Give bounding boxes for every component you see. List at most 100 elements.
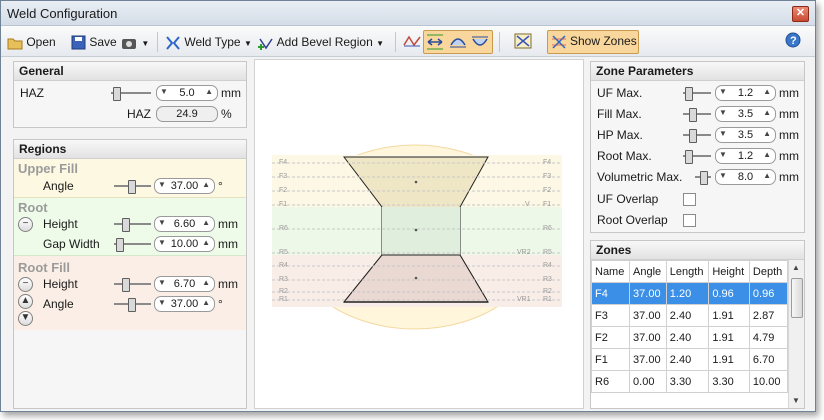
general-panel: General HAZ ▼ 5.0 ▲ mm HAZ 24.9 % bbox=[13, 61, 247, 128]
chevron-down-icon: ▼ bbox=[141, 39, 150, 48]
upper-fill-angle-spinner[interactable]: ▼ 37.00 ▲ bbox=[154, 178, 215, 194]
scroll-up-icon[interactable]: ▲ bbox=[792, 263, 800, 272]
zone-label-right: VR1 bbox=[517, 296, 531, 303]
horizontal-arrows-icon[interactable] bbox=[426, 33, 444, 51]
general-header: General bbox=[14, 62, 246, 81]
haz-slider[interactable] bbox=[111, 87, 151, 101]
root-fill-angle-unit: ° bbox=[218, 297, 223, 311]
cell-name: F2 bbox=[591, 326, 631, 349]
camera-dropdown[interactable]: ▼ bbox=[121, 33, 149, 51]
table-row[interactable]: R6 0.00 3.30 3.30 10.00 bbox=[591, 370, 788, 393]
haz-percent-unit: % bbox=[221, 107, 232, 121]
column-header-length[interactable]: Length bbox=[665, 260, 710, 283]
root-fill-angle-spinner[interactable]: ▼ 37.00 ▲ bbox=[154, 296, 215, 312]
toolbar-divider bbox=[157, 32, 158, 52]
cell-height: 1.91 bbox=[708, 348, 750, 371]
upper-fill-angle-label: Angle bbox=[43, 179, 74, 193]
root-max-spinner[interactable]: ▼ 1.2 ▲ bbox=[715, 148, 776, 164]
uf-max-spinner[interactable]: ▼ 1.2 ▲ bbox=[715, 85, 776, 101]
table-row[interactable]: F2 37.00 2.40 1.91 4.79 bbox=[591, 326, 788, 349]
root-fill-height-spinner[interactable]: ▼ 6.70 ▲ bbox=[154, 276, 215, 292]
root-gap-width-slider[interactable] bbox=[114, 238, 151, 252]
add-bevel-region-dropdown[interactable]: Add Bevel Region ▼ bbox=[257, 33, 384, 51]
bevel-shape-button[interactable] bbox=[403, 33, 421, 51]
fill-max-spinner[interactable]: ▼ 3.5 ▲ bbox=[715, 106, 776, 122]
zone-label-right: F2 bbox=[543, 187, 551, 194]
uf-max-label: UF Max. bbox=[597, 86, 643, 100]
fill-max-unit: mm bbox=[779, 107, 799, 121]
cell-depth: 10.00 bbox=[748, 370, 788, 393]
hp-max-spinner[interactable]: ▼ 3.5 ▲ bbox=[715, 127, 776, 143]
table-row[interactable]: F3 37.00 2.40 1.91 2.87 bbox=[591, 304, 788, 327]
zone-label-left: F1 bbox=[279, 201, 287, 208]
fill-max-slider[interactable] bbox=[683, 108, 711, 122]
volumetric-max-unit: mm bbox=[779, 170, 799, 184]
column-header-name[interactable]: Name bbox=[591, 260, 631, 283]
open-button[interactable]: Open bbox=[7, 33, 56, 51]
column-header-angle[interactable]: Angle bbox=[629, 260, 667, 283]
scrollbar-thumb[interactable] bbox=[791, 278, 803, 318]
weld-type-dropdown[interactable]: Weld Type ▼ bbox=[165, 33, 252, 51]
root-height-slider[interactable] bbox=[114, 218, 151, 232]
cell-angle: 0.00 bbox=[629, 370, 667, 393]
help-button[interactable]: ? bbox=[785, 32, 801, 50]
column-header-depth[interactable]: Depth bbox=[748, 260, 788, 283]
save-button[interactable]: Save bbox=[71, 33, 117, 51]
root-overlap-checkbox[interactable] bbox=[683, 214, 696, 227]
table-row[interactable]: F4 37.00 1.20 0.96 0.96 bbox=[591, 282, 788, 305]
zone-label-left: F2 bbox=[279, 187, 287, 194]
zones-header: Zones bbox=[591, 241, 804, 260]
volumetric-max-spinner[interactable]: ▼ 8.0 ▲ bbox=[715, 169, 776, 185]
table-row[interactable]: F1 37.00 2.40 1.91 6.70 bbox=[591, 348, 788, 371]
volumetric-max-slider[interactable] bbox=[695, 171, 711, 185]
zone-label-right: R6 bbox=[543, 225, 552, 232]
zones-icon bbox=[552, 35, 566, 49]
remove-root-button[interactable]: − bbox=[18, 217, 33, 232]
cell-length: 3.30 bbox=[665, 370, 710, 393]
hp-max-slider[interactable] bbox=[683, 129, 711, 143]
cell-name: F3 bbox=[591, 304, 631, 327]
zone-label-right: V bbox=[525, 201, 530, 208]
root-fill-region: Root Fill − ▲ ▼ Height ▼ 6.70 ▲ mm Angle ▼… bbox=[14, 256, 246, 330]
upper-fill-region: Upper Fill Angle ▼ 37.00 ▲ ° bbox=[14, 159, 246, 198]
scroll-down-icon[interactable]: ▼ bbox=[792, 396, 800, 405]
zones-table-viewport: Name Angle Length Height Depth F4 37.00 … bbox=[591, 260, 788, 408]
root-fill-height-slider[interactable] bbox=[114, 278, 151, 292]
chevron-down-icon: ▼ bbox=[376, 39, 385, 48]
root-height-spinner[interactable]: ▼ 6.60 ▲ bbox=[154, 216, 215, 232]
haz-percent-field: 24.9 bbox=[156, 106, 218, 122]
root-max-unit: mm bbox=[779, 149, 799, 163]
move-down-button[interactable]: ▼ bbox=[18, 311, 33, 326]
root-shape-icon[interactable] bbox=[471, 33, 489, 51]
root-fill-height-unit: mm bbox=[218, 277, 238, 291]
zone-label-right: F3 bbox=[543, 173, 551, 180]
uf-overlap-checkbox[interactable] bbox=[683, 193, 696, 206]
root-fill-angle-slider[interactable] bbox=[114, 298, 151, 312]
root-region: Root − Height ▼ 6.60 ▲ mm Gap Width ▼ 10.00… bbox=[14, 198, 246, 256]
haz-percent-value: 24.9 bbox=[176, 108, 198, 120]
uf-max-slider[interactable] bbox=[683, 87, 711, 101]
cap-shape-icon[interactable] bbox=[449, 33, 467, 51]
uf-overlap-label: UF Overlap bbox=[597, 192, 659, 206]
zone-label-left: R6 bbox=[279, 225, 288, 232]
weld-diagram[interactable]: F4 F3 F2 F1 R6 R5 R4 R3 R2 R1 F4 F3 F2 F… bbox=[255, 60, 583, 408]
toolbar-divider bbox=[395, 32, 396, 52]
root-gap-width-spinner[interactable]: ▼ 10.00 ▲ bbox=[154, 236, 215, 252]
close-button[interactable]: ✕ bbox=[792, 6, 809, 22]
remove-root-fill-button[interactable]: − bbox=[18, 277, 33, 292]
root-max-slider[interactable] bbox=[683, 150, 711, 164]
zone-table-button[interactable] bbox=[513, 31, 533, 49]
column-header-height[interactable]: Height bbox=[708, 260, 750, 283]
help-icon: ? bbox=[785, 32, 801, 48]
move-up-button[interactable]: ▲ bbox=[18, 294, 33, 309]
show-zones-toggle[interactable]: Show Zones bbox=[547, 30, 639, 54]
zones-scrollbar[interactable]: ▲ ▼ bbox=[788, 260, 804, 408]
root-fill-height-label: Height bbox=[43, 277, 78, 291]
upper-fill-angle-slider[interactable] bbox=[114, 180, 151, 194]
haz-spinner[interactable]: ▼ 5.0 ▲ bbox=[156, 85, 218, 101]
root-gap-width-label: Gap Width bbox=[43, 237, 100, 251]
root-fill-title: Root Fill bbox=[18, 260, 70, 275]
save-label: Save bbox=[89, 35, 117, 49]
uf-max-unit: mm bbox=[779, 86, 799, 100]
root-title: Root bbox=[18, 200, 48, 215]
